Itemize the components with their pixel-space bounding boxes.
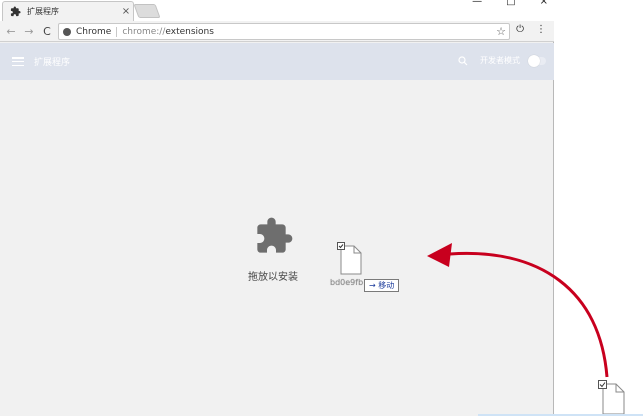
extensions-header: 扩展程序 开发者模式 — [0, 43, 554, 80]
header-actions: 开发者模式 — [458, 54, 546, 67]
site-chip[interactable]: Chrome — [76, 26, 118, 37]
bookmark-star-icon[interactable]: ☆ — [493, 25, 509, 38]
power-icon[interactable]: ⏻ — [516, 24, 524, 35]
reload-icon[interactable]: C — [40, 25, 54, 38]
close-window-icon[interactable]: × — [540, 0, 548, 7]
dragged-file-icon — [337, 242, 362, 275]
url-path: extensions — [165, 26, 214, 37]
dev-mode-toggle[interactable] — [528, 54, 546, 67]
move-badge: → 移动 — [364, 279, 400, 292]
search-icon[interactable] — [458, 55, 468, 66]
browser-window: 扩展程序 × — □ × ← → C Chrome chrome://exten… — [0, 0, 554, 416]
maximize-icon[interactable]: □ — [506, 0, 515, 7]
toolbar-actions: ⏻ ⋮ — [516, 24, 546, 35]
hamburger-menu-icon[interactable] — [12, 57, 24, 66]
window-controls: — □ × — [472, 0, 548, 7]
menu-icon[interactable]: ⋮ — [536, 24, 546, 35]
forward-icon[interactable]: → — [22, 25, 36, 38]
tab-extensions[interactable]: 扩展程序 × — [2, 1, 134, 21]
tab-close-icon[interactable]: × — [119, 6, 133, 17]
move-label: 移动 — [378, 281, 395, 290]
dev-mode-label: 开发者模式 — [480, 56, 520, 65]
puzzle-icon-large — [257, 217, 293, 253]
address-bar[interactable]: Chrome chrome://extensions ☆ — [58, 23, 510, 40]
url-scheme: chrome:// — [122, 26, 166, 37]
chrome-page-icon — [63, 27, 71, 36]
page-title: 扩展程序 — [34, 58, 71, 68]
tab-strip: 扩展程序 × — □ × — [0, 0, 554, 21]
desktop-file-icon[interactable] — [598, 380, 628, 416]
puzzle-icon — [10, 6, 21, 17]
browser-toolbar: ← → C Chrome chrome://extensions ☆ ⏻ ⋮ — [0, 21, 554, 42]
url-text: chrome://extensions — [122, 27, 493, 37]
dragged-file-label: bd0e9fb — [330, 278, 364, 287]
new-tab-button[interactable] — [133, 4, 161, 18]
drop-to-install-text: 拖放以安装 — [248, 272, 298, 283]
move-arrow-icon: → — [369, 281, 376, 290]
minimize-icon[interactable]: — — [472, 0, 482, 7]
tab-title: 扩展程序 — [27, 7, 59, 16]
back-icon[interactable]: ← — [4, 25, 18, 38]
